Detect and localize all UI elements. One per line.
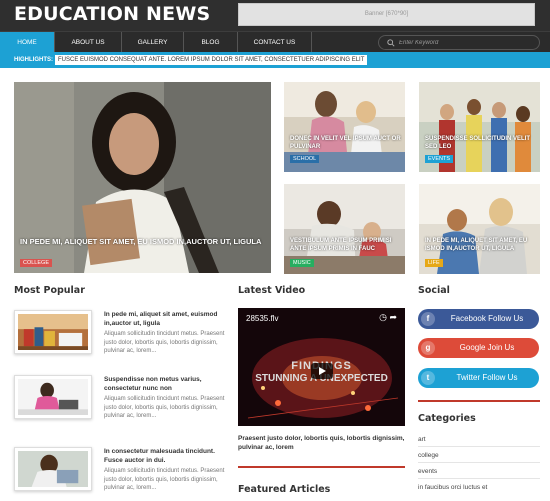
tag-label: LIFE	[428, 260, 440, 266]
search-input[interactable]	[399, 37, 534, 49]
search-box	[378, 35, 540, 50]
social-button-label: Google Join Us	[459, 343, 515, 352]
divider	[238, 466, 405, 468]
featured-tile-5[interactable]: IN PEDE MI, ALIQUET SIT AMET, EU ISMOD I…	[419, 184, 540, 274]
play-button[interactable]	[311, 363, 333, 379]
popular-excerpt: Aliquam sollicitudin tincidunt metus. Pr…	[104, 396, 225, 419]
featured-caption[interactable]: IN PEDE MI, ALIQUET SIT AMET, EU ISMOD I…	[20, 237, 265, 247]
books-photo	[18, 314, 88, 350]
latest-video-heading: Latest Video	[238, 285, 306, 296]
tag-label: SCHOOL	[293, 156, 317, 162]
featured-tile-2[interactable]: DONEC IN VELIT VEL IPSUM AUCT OR PULVINA…	[284, 82, 405, 172]
tile-3-caption[interactable]: SUSPENDISSE SOLLICITUDIN VELIT SED LEO	[425, 135, 537, 151]
categories-heading: Categories	[418, 413, 476, 424]
popular-thumb[interactable]	[14, 447, 92, 491]
divider	[418, 462, 540, 463]
girl-laptop-photo	[18, 379, 88, 415]
facebook-icon: f	[421, 312, 435, 326]
video-controls: ◷ ➦	[379, 312, 397, 323]
divider	[418, 478, 540, 479]
nav-about-us[interactable]: ABOUT US	[55, 32, 122, 53]
featured-tile-3[interactable]: SUSPENDISSE SOLLICITUDIN VELIT SED LEO E…	[419, 82, 540, 172]
main-nav: HOME ABOUT US GALLERY BLOG CONTACT US	[0, 31, 550, 53]
play-icon	[319, 367, 326, 375]
tile-2-tag[interactable]: SCHOOL	[290, 155, 320, 163]
twitter-follow-button[interactable]: t Twitter Follow Us	[418, 368, 539, 388]
tag-label: COLLEGE	[23, 260, 49, 266]
popular-thumb[interactable]	[14, 375, 92, 419]
highlights-bar: HIGHLIGHTS: FUSCE EUISMOD CONSEQUAT ANTE…	[0, 52, 550, 68]
twitter-icon: t	[421, 371, 435, 385]
tile-5-tag[interactable]: LIFE	[425, 259, 443, 267]
popular-title[interactable]: Suspendisse non metus varius, consectetu…	[104, 375, 232, 393]
list-item[interactable]: In pede mi, aliquet sit amet, euismod in…	[14, 310, 224, 372]
category-item[interactable]: college	[418, 452, 439, 459]
popular-excerpt: Aliquam sollicitudin tincidunt metus. Pr…	[104, 468, 225, 491]
divider	[418, 446, 540, 447]
tile-3-tag[interactable]: EVENTS	[425, 155, 454, 163]
featured-articles-heading: Featured Articles	[238, 484, 331, 495]
search-icon[interactable]	[387, 39, 395, 47]
video-caption[interactable]: Praesent justo dolor, lobortis quis, lob…	[238, 434, 408, 452]
popular-title[interactable]: In consectetur malesuada tincidunt. Fusc…	[104, 447, 232, 465]
tile-4-caption[interactable]: VESTIBULUM ANTE IPSUM PRIMISI ANTE IPSUM…	[290, 237, 402, 253]
social-button-label: Twitter Follow Us	[456, 373, 518, 382]
popular-title[interactable]: In pede mi, aliquet sit amet, euismod in…	[104, 310, 232, 328]
nav-gallery[interactable]: GALLERY	[122, 32, 184, 53]
featured-main-tile[interactable]: IN PEDE MI, ALIQUET SIT AMET, EU ISMOD I…	[14, 82, 271, 273]
facebook-follow-button[interactable]: f Facebook Follow Us	[418, 309, 539, 329]
google-plus-icon: g	[421, 341, 435, 355]
highlights-label: HIGHLIGHTS:	[14, 57, 53, 63]
category-item[interactable]: art	[418, 436, 426, 443]
clock-icon[interactable]: ◷	[379, 312, 387, 322]
featured-tile-4[interactable]: VESTIBULUM ANTE IPSUM PRIMISI ANTE IPSUM…	[284, 184, 405, 274]
featured-tag-college[interactable]: COLLEGE	[20, 259, 52, 267]
divider	[418, 400, 540, 402]
social-button-label: Facebook Follow Us	[450, 314, 524, 323]
google-join-button[interactable]: g Google Join Us	[418, 338, 539, 358]
tag-label: MUSIC	[293, 260, 311, 266]
tile-5-caption[interactable]: IN PEDE MI, ALIQUET SIT AMET, EU ISMOD I…	[425, 237, 537, 253]
category-item[interactable]: events	[418, 468, 437, 475]
tile-2-caption[interactable]: DONEC IN VELIT VEL IPSUM AUCT OR PULVINA…	[290, 135, 402, 151]
list-item[interactable]: In consectetur malesuada tincidunt. Fusc…	[14, 447, 224, 501]
site-header: EDUCATION NEWS Banner [670*90]	[0, 0, 550, 31]
nav-contact-us[interactable]: CONTACT US	[238, 32, 312, 53]
site-logo[interactable]: EDUCATION NEWS	[14, 3, 210, 25]
banner-placeholder[interactable]: Banner [670*90]	[238, 3, 535, 26]
page: EDUCATION NEWS Banner [670*90] HOME ABOU…	[0, 0, 550, 501]
video-filename: 28535.flv	[246, 314, 279, 323]
highlights-ticker[interactable]: FUSCE EUISMOD CONSEQUAT ANTE. LOREM IPSU…	[55, 55, 368, 65]
nav-home[interactable]: HOME	[0, 32, 55, 53]
tag-label: EVENTS	[428, 156, 451, 162]
popular-excerpt: Aliquam sollicitudin tincidunt metus. Pr…	[104, 331, 225, 354]
popular-thumb[interactable]	[14, 310, 92, 354]
girl-reading-photo	[18, 451, 88, 487]
video-player[interactable]: 28535.flv ◷ ➦ FINDINGS STUNNING A UNEXPE…	[238, 308, 405, 426]
nav-blog[interactable]: BLOG	[184, 32, 238, 53]
list-item[interactable]: Suspendisse non metus varius, consectetu…	[14, 375, 224, 437]
share-icon[interactable]: ➦	[389, 312, 397, 322]
category-item[interactable]: in faucibus orci luctus et	[418, 484, 487, 491]
tile-4-tag[interactable]: MUSIC	[290, 259, 314, 267]
social-heading: Social	[418, 285, 450, 296]
most-popular-heading: Most Popular	[14, 285, 85, 296]
